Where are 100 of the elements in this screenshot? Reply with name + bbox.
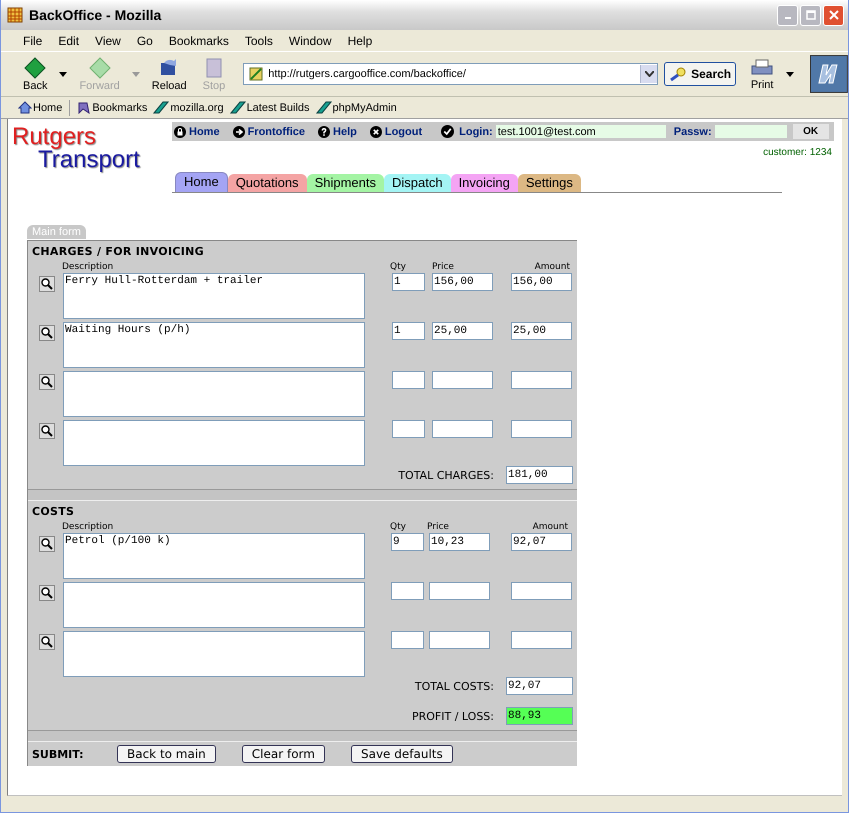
description-field[interactable]: Petrol (p/100 k) xyxy=(63,533,365,579)
minimize-icon xyxy=(784,17,790,19)
submit-button[interactable]: Back to main xyxy=(117,745,216,763)
price-field[interactable] xyxy=(432,371,493,389)
bookmark-item[interactable]: Bookmarks xyxy=(76,101,148,114)
qty-field[interactable] xyxy=(392,371,425,389)
total-field[interactable]: 92,07 xyxy=(506,677,573,695)
search-icon xyxy=(41,425,53,437)
page-icon xyxy=(248,66,264,82)
tab[interactable]: Quotations xyxy=(228,174,307,192)
submit-button[interactable]: Save defaults xyxy=(350,745,453,763)
logo-text: Transport xyxy=(38,149,141,171)
caret-icon xyxy=(644,71,654,77)
ok-button[interactable]: OK xyxy=(792,124,829,139)
price-field[interactable] xyxy=(429,582,490,600)
description-field[interactable] xyxy=(63,631,365,677)
total-label: TOTAL COSTS: xyxy=(414,680,494,692)
tab[interactable]: Shipments xyxy=(306,174,384,192)
price-field[interactable]: 25,00 xyxy=(432,322,493,340)
back-icon xyxy=(24,56,46,78)
search-icon xyxy=(41,278,53,290)
toolbar-button[interactable]: Reload xyxy=(144,56,195,92)
login-label: Login: xyxy=(459,126,493,138)
menu-item[interactable]: Go xyxy=(128,34,161,48)
price-field[interactable] xyxy=(432,420,493,438)
dropdown-button[interactable] xyxy=(640,65,658,83)
maximize-button[interactable] xyxy=(800,4,821,26)
amount-field[interactable] xyxy=(511,371,572,389)
close-button[interactable] xyxy=(823,4,844,26)
menu-item[interactable]: File xyxy=(15,34,50,48)
tab[interactable]: Dispatch xyxy=(384,174,451,192)
menu-item[interactable]: View xyxy=(87,34,129,48)
search-button[interactable] xyxy=(39,374,55,390)
search-button[interactable] xyxy=(39,536,55,552)
qty-field[interactable]: 1 xyxy=(392,273,425,291)
tab[interactable]: Settings xyxy=(518,174,581,192)
forward-icon xyxy=(88,56,111,78)
menu-item[interactable]: Edit xyxy=(50,34,88,48)
search-button[interactable] xyxy=(39,276,55,292)
lock-icon xyxy=(174,126,186,138)
bookmark-item[interactable]: Latest Builds xyxy=(228,101,311,114)
profit-field[interactable]: 88,93 xyxy=(506,707,573,725)
profit-label: PROFIT / LOSS: xyxy=(412,710,494,722)
login-field[interactable]: test.1001@test.com xyxy=(496,125,666,138)
close-icon xyxy=(828,10,838,20)
qty-field[interactable]: 1 xyxy=(392,322,425,340)
qty-field[interactable] xyxy=(392,420,425,438)
search-icon xyxy=(41,327,53,339)
bookmark-item[interactable]: phpMyAdmin xyxy=(314,101,398,114)
nav-link[interactable]: Logout xyxy=(370,126,422,138)
tab[interactable]: Invoicing xyxy=(450,174,518,192)
description-field[interactable] xyxy=(63,371,365,417)
description-field[interactable]: Waiting Hours (p/h) xyxy=(63,322,365,368)
price-field[interactable]: 156,00 xyxy=(432,273,493,291)
close-icon xyxy=(370,126,382,138)
bookmark-item[interactable]: mozilla.org xyxy=(152,101,225,114)
submit-button[interactable]: Clear form xyxy=(242,745,325,763)
dropdown-icon[interactable] xyxy=(786,72,794,76)
logo-icon xyxy=(810,55,848,93)
section-title: CHARGES / FOR INVOICING xyxy=(32,245,205,258)
total-field[interactable]: 181,00 xyxy=(506,466,573,484)
bookmark-item[interactable]: Home xyxy=(17,101,64,114)
password-label: Passw: xyxy=(674,126,712,138)
nav-link[interactable]: Help xyxy=(318,126,357,138)
qty-field[interactable] xyxy=(391,582,424,600)
address-field[interactable]: http://rutgers.cargooffice.com/backoffice/ xyxy=(243,63,658,85)
amount-field[interactable]: 156,00 xyxy=(511,273,572,291)
search-button[interactable] xyxy=(39,585,55,601)
menu-item[interactable]: Bookmarks xyxy=(160,34,237,48)
amount-field[interactable] xyxy=(511,631,572,649)
amount-field[interactable] xyxy=(511,420,572,438)
print-button[interactable]: Print xyxy=(742,58,782,90)
section-title: COSTS xyxy=(32,505,76,518)
search-button[interactable] xyxy=(39,325,55,341)
menu-item[interactable]: Help xyxy=(340,34,380,48)
qty-field[interactable]: 9 xyxy=(391,533,424,551)
description-field[interactable] xyxy=(63,582,365,628)
dropdown-icon[interactable] xyxy=(59,72,68,76)
column-header: Description xyxy=(62,522,114,533)
column-header: Qty xyxy=(390,522,407,533)
toolbar-button[interactable]: Back xyxy=(15,56,56,92)
column-header: Qty xyxy=(390,262,407,273)
amount-field[interactable]: 25,00 xyxy=(511,322,572,340)
description-field[interactable] xyxy=(63,420,365,466)
price-field[interactable] xyxy=(429,631,490,649)
amount-field[interactable]: 92,07 xyxy=(511,533,572,551)
menu-item[interactable]: Window xyxy=(280,34,340,48)
menu-item[interactable]: Tools xyxy=(236,34,281,48)
password-field[interactable] xyxy=(714,125,787,138)
nav-link[interactable]: Home xyxy=(174,126,220,138)
nav-link[interactable]: Frontoffice xyxy=(232,126,306,138)
minimize-button[interactable] xyxy=(777,4,798,26)
search-button[interactable] xyxy=(39,423,55,439)
description-field[interactable]: Ferry Hull-Rotterdam + trailer xyxy=(63,273,365,319)
tab[interactable]: Home xyxy=(175,172,228,192)
search-button[interactable] xyxy=(39,634,55,650)
search-button[interactable]: Search xyxy=(664,62,736,86)
price-field[interactable]: 10,23 xyxy=(429,533,490,551)
amount-field[interactable] xyxy=(511,582,572,600)
qty-field[interactable] xyxy=(391,631,424,649)
